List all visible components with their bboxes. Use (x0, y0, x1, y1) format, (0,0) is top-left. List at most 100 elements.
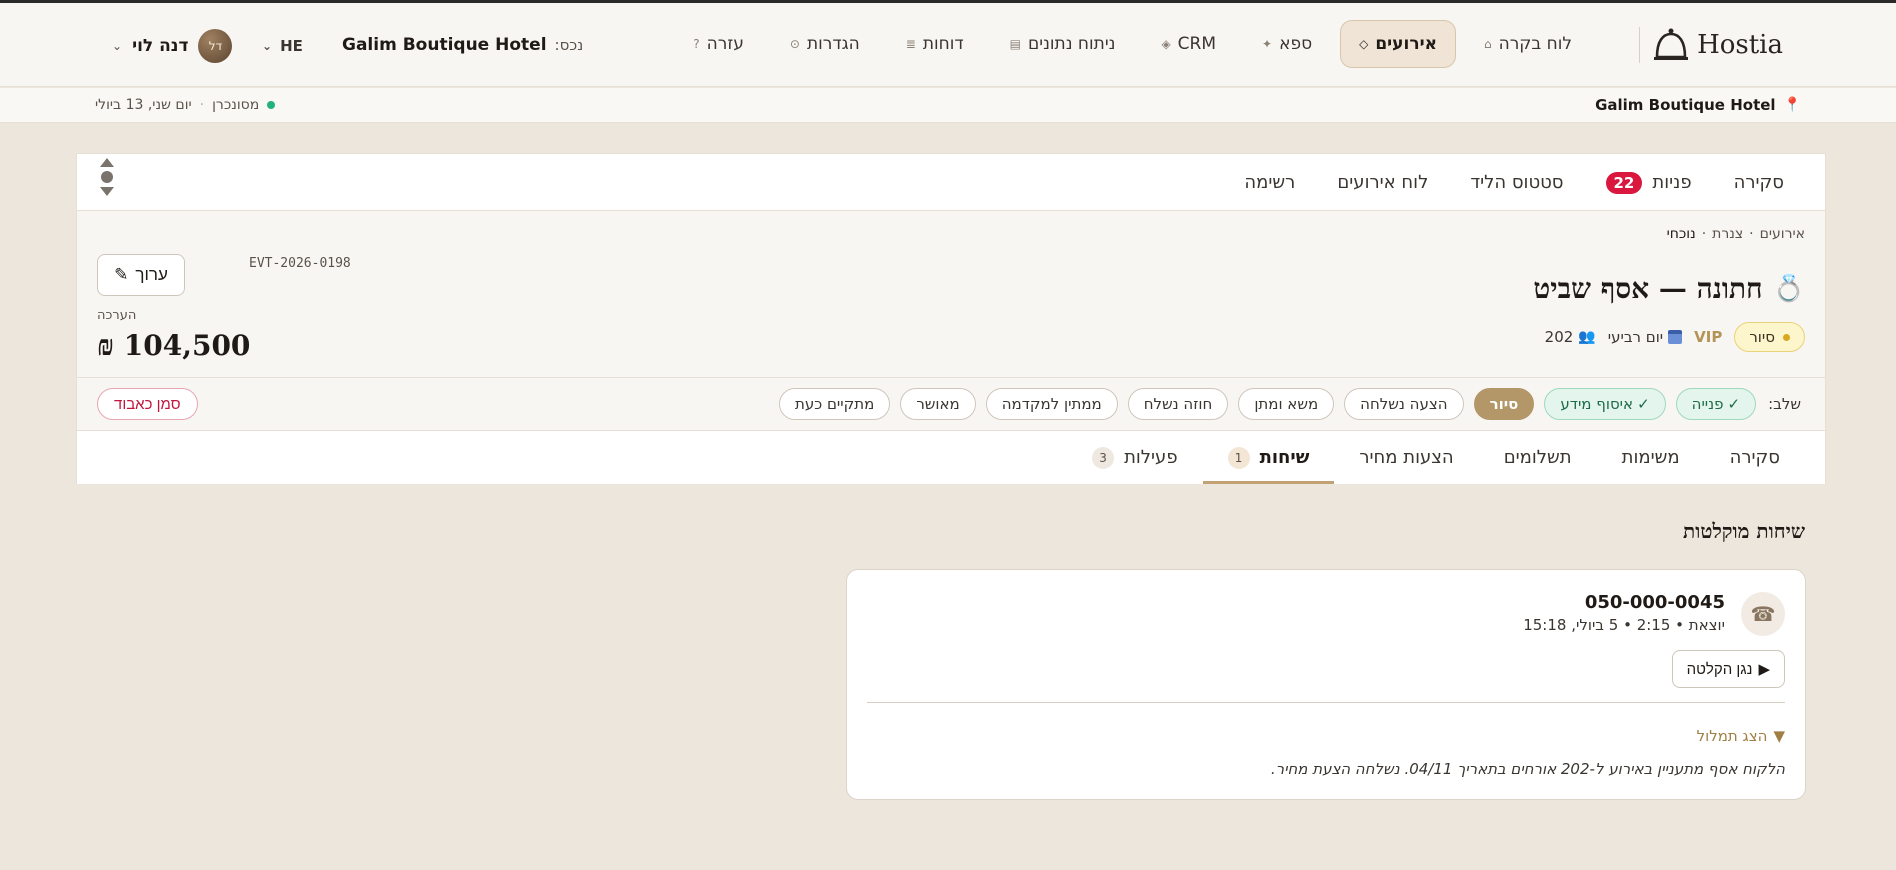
tab-detail-overview-label: סקירה (1729, 447, 1780, 468)
stage-contract-sent-label: חוזה נשלח (1143, 395, 1213, 413)
status-badge: סיור (1734, 322, 1805, 352)
stage-confirmed-label: מאושר (916, 395, 960, 413)
stage-awaiting-deposit-label: ממתין למקדמה (1001, 395, 1102, 413)
property-selector[interactable]: נכס: Galim Boutique Hotel (342, 35, 583, 55)
context-bar: 📍 Galim Boutique Hotel מסונכרן · יום שני… (0, 88, 1896, 123)
tab-payments-label: תשלומים (1503, 447, 1572, 468)
separator-dot: · (199, 97, 205, 113)
stage-negotiation[interactable]: משא ומתן (1238, 388, 1335, 420)
nav-analytics[interactable]: ניתוח נתונים ▤ (992, 20, 1134, 68)
stage-proposal-sent[interactable]: הצעה נשלחה (1344, 388, 1464, 420)
service-bell-icon (1651, 25, 1691, 65)
guest-count-value: 202 (1544, 328, 1574, 346)
nav-crm-label: CRM (1177, 34, 1217, 54)
pipeline-stages: שלב: ✓ פנייה ✓ איסוף מידע סיור הצעה נשלחה … (77, 377, 1825, 431)
stage-confirmed[interactable]: מאושר (900, 388, 976, 420)
status-label: סיור (1749, 328, 1775, 346)
breadcrumb-pipeline[interactable]: צנרת (1712, 226, 1743, 242)
nav-help[interactable]: עזרה? (675, 20, 762, 68)
scroll-thumb[interactable] (101, 171, 113, 183)
arrow-up-icon[interactable] (100, 158, 114, 167)
vip-badge: VIP (1694, 328, 1723, 346)
language-selector[interactable]: ⌄ HE (262, 37, 303, 55)
play-recording-label: נגן הקלטה (1686, 660, 1753, 678)
triangle-down-icon: ▼ (1773, 727, 1785, 745)
user-name: דנה לוי (132, 36, 189, 56)
breadcrumb-current: נוכחי (1666, 226, 1696, 242)
tab-inquiries[interactable]: פניות 22 (1585, 171, 1713, 194)
sync-label: מסונכרן (212, 97, 260, 113)
edit-button[interactable]: ערוך ✎ (97, 254, 185, 296)
brand-divider (1639, 27, 1640, 63)
arrow-down-icon[interactable] (100, 187, 114, 196)
nav-settings[interactable]: הגדרות ⊙ (772, 20, 878, 68)
tab-activity-label: פעילות (1124, 447, 1178, 468)
tab-list-label: רשימה (1244, 172, 1296, 193)
call-card: ☎ 050-000-0045 יוצאת • 2:15 • 5 ביולי, 1… (846, 569, 1806, 800)
nav-settings-label: הגדרות (806, 34, 860, 54)
brand-logo[interactable]: Hostia (1651, 25, 1783, 65)
current-date: יום שני, 13 ביולי (95, 97, 192, 113)
estimate-value: ₪ 104,500 (97, 329, 251, 362)
event-card: סקירה פניות 22 סטטוס הליד לוח אירועים רשי… (76, 153, 1826, 484)
inquiries-count-badge: 22 (1605, 171, 1643, 194)
nav-spa[interactable]: ספא ✦ (1244, 20, 1330, 68)
ring-icon: 💍 (1772, 274, 1805, 304)
nav-crm[interactable]: CRM ◈ (1143, 20, 1234, 68)
stage-tour[interactable]: סיור (1473, 388, 1535, 420)
tab-event-board-label: לוח אירועים (1337, 172, 1429, 193)
play-recording-button[interactable]: ▶ נגן הקלטה (1671, 650, 1785, 688)
phone-icon: ☎ (1741, 592, 1785, 636)
brand-name: Hostia (1697, 30, 1783, 60)
stage-in-progress-label: מתקיים כעת (795, 395, 875, 413)
breadcrumb-events[interactable]: אירועים (1760, 226, 1805, 242)
breadcrumb: אירועים · צנרת · נוכחי (1667, 226, 1805, 242)
stage-contract-sent[interactable]: חוזה נשלח (1127, 388, 1229, 420)
tab-activity[interactable]: פעילות 3 (1067, 431, 1203, 484)
nav-reports[interactable]: דוחות ≣ (888, 20, 982, 68)
call-phone-number: 050-000-0045 (1584, 592, 1725, 613)
stage-in-progress[interactable]: מתקיים כעת (779, 388, 891, 420)
sparkle-icon: ✦ (1262, 37, 1273, 51)
breadcrumb-sep: · (1701, 226, 1707, 242)
language-code: HE (280, 37, 303, 55)
tab-tasks-label: משימות (1621, 447, 1680, 468)
tab-overview[interactable]: סקירה (1713, 172, 1805, 193)
nav-dashboard[interactable]: לוח בקרה ⌂ (1466, 20, 1590, 68)
tab-lead-status[interactable]: סטטוס הליד (1449, 172, 1584, 193)
vertical-scroller[interactable] (99, 158, 115, 196)
mark-lost-button[interactable]: סמן כאבוד (97, 388, 198, 420)
nav-events[interactable]: אירועים ◇ (1340, 20, 1456, 68)
tab-tasks[interactable]: משימות (1597, 431, 1705, 484)
show-transcript-toggle[interactable]: ▼ הצג תמלול (1697, 727, 1785, 745)
stage-info-gathering[interactable]: ✓ איסוף מידע (1544, 388, 1666, 420)
nav-spa-label: ספא (1279, 34, 1313, 54)
tab-calls[interactable]: שיחות 1 (1202, 431, 1335, 484)
tab-overview-label: סקירה (1733, 172, 1784, 193)
estimate-label: הערכה (97, 308, 137, 323)
nav-analytics-label: ניתוח נתונים (1028, 34, 1116, 54)
user-menu[interactable]: ⌄ דנה לוי דל (112, 29, 233, 63)
recorded-calls-title: שיחות מוקלטות (1683, 519, 1805, 543)
tab-calls-label: שיחות (1259, 447, 1310, 468)
event-day: יום רביעי (1607, 328, 1683, 346)
check-icon: ✓ (1727, 395, 1741, 413)
activity-count-badge: 3 (1092, 446, 1115, 469)
stage-awaiting-deposit[interactable]: ממתין למקדמה (985, 388, 1118, 420)
reports-icon: ≣ (905, 37, 916, 51)
card-tabs: סקירה פניות 22 סטטוס הליד לוח אירועים רשי… (77, 154, 1825, 211)
nav-reports-label: דוחות (922, 34, 964, 54)
check-icon: ✓ (1637, 395, 1650, 413)
tab-payments[interactable]: תשלומים (1479, 431, 1597, 484)
tab-quotes[interactable]: הצעות מחיר (1334, 431, 1478, 484)
tab-detail-overview[interactable]: סקירה (1705, 431, 1805, 484)
pencil-icon: ✎ (114, 265, 129, 284)
event-day-label: יום רביעי (1607, 328, 1664, 346)
tab-event-board[interactable]: לוח אירועים (1316, 172, 1449, 193)
guest-count: 👥 202 (1545, 328, 1596, 346)
stage-info-gathering-label: איסוף מידע (1560, 395, 1634, 413)
tab-list[interactable]: רשימה (1223, 172, 1316, 193)
stage-inquiry[interactable]: ✓ פנייה (1675, 388, 1757, 420)
detail-tabs: סקירה משימות תשלומים הצעות מחיר שיחות 1 פ… (77, 431, 1825, 484)
nav-help-label: עזרה (706, 34, 744, 54)
